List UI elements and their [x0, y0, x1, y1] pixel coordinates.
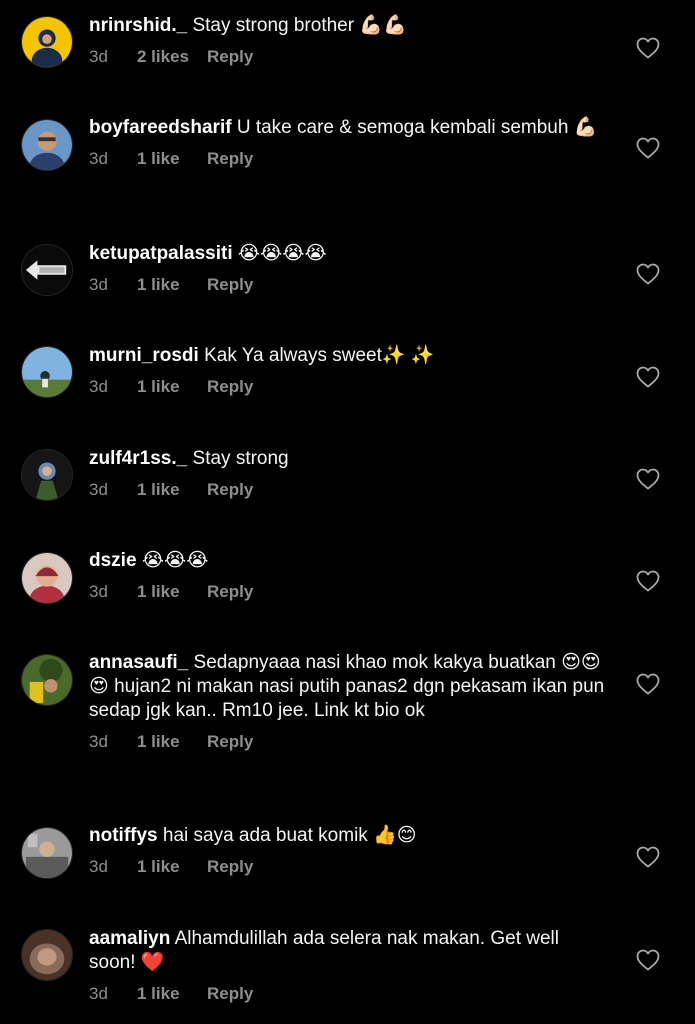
- comment-text: dszie 😭😭😭: [89, 549, 609, 573]
- comment-text: nrinrshid._ Stay strong brother 💪🏻💪🏻: [89, 14, 609, 38]
- reply-button[interactable]: Reply: [207, 377, 253, 397]
- comment-meta: 3d 1 like Reply: [89, 857, 609, 877]
- avatar-image: [22, 553, 72, 603]
- comment-time: 3d: [89, 377, 108, 396]
- comment-text: notiffys hai saya ada buat komik 👍😊: [89, 824, 609, 848]
- comment-body: aamaliyn Alhamdulillah ada selera nak ma…: [89, 927, 609, 1004]
- avatar-image: [22, 655, 72, 705]
- avatar[interactable]: [21, 244, 73, 296]
- reply-button[interactable]: Reply: [207, 857, 253, 877]
- comment-time: 3d: [89, 857, 108, 876]
- comment-username[interactable]: aamaliyn: [89, 928, 170, 949]
- comment-body: zulf4r1ss._ Stay strong 3d 1 like Reply: [89, 447, 609, 500]
- avatar[interactable]: [21, 552, 73, 604]
- comment-likes[interactable]: 2 likes: [137, 47, 207, 67]
- comment-message: 😭😭😭: [141, 550, 209, 571]
- avatar[interactable]: [21, 929, 73, 981]
- like-heart-icon[interactable]: [636, 468, 660, 490]
- comment-body: dszie 😭😭😭 3d 1 like Reply: [89, 549, 609, 602]
- like-heart-icon[interactable]: [636, 366, 660, 388]
- comment-likes[interactable]: 1 like: [137, 857, 207, 877]
- reply-button[interactable]: Reply: [207, 732, 253, 752]
- avatar[interactable]: [21, 827, 73, 879]
- like-heart-icon[interactable]: [636, 37, 660, 59]
- avatar[interactable]: [21, 119, 73, 171]
- comment-likes[interactable]: 1 like: [137, 149, 207, 169]
- avatar[interactable]: [21, 449, 73, 501]
- avatar-image: [22, 930, 72, 980]
- like-heart-icon[interactable]: [636, 263, 660, 285]
- comment-username[interactable]: zulf4r1ss._: [89, 448, 187, 469]
- comment-text: annasaufi_ Sedapnyaaa nasi khao mok kaky…: [89, 651, 609, 723]
- comment-message: 😭😭😭😭: [237, 243, 327, 264]
- avatar-image: [22, 245, 72, 295]
- comment-text: murni_rosdi Kak Ya always sweet✨ ✨: [89, 344, 609, 368]
- comment-likes[interactable]: 1 like: [137, 582, 207, 602]
- comment-time: 3d: [89, 149, 108, 168]
- comment-meta: 3d 1 like Reply: [89, 582, 609, 602]
- like-heart-icon[interactable]: [636, 673, 660, 695]
- comment-username[interactable]: ketupatpalassiti: [89, 243, 233, 264]
- comment-text: boyfareedsharif U take care & semoga kem…: [89, 116, 609, 140]
- comment-username[interactable]: murni_rosdi: [89, 345, 199, 366]
- reply-button[interactable]: Reply: [207, 984, 253, 1004]
- reply-button[interactable]: Reply: [207, 480, 253, 500]
- comment-body: nrinrshid._ Stay strong brother 💪🏻💪🏻 3d 2…: [89, 14, 609, 67]
- like-heart-icon[interactable]: [636, 570, 660, 592]
- comment-message: U take care & semoga kembali sembuh 💪🏻: [236, 117, 598, 138]
- comment-meta: 3d 2 likes Reply: [89, 47, 609, 67]
- comment-likes[interactable]: 1 like: [137, 732, 207, 752]
- avatar-image: [22, 17, 72, 67]
- comment-likes[interactable]: 1 like: [137, 984, 207, 1004]
- reply-button[interactable]: Reply: [207, 149, 253, 169]
- comment-body: annasaufi_ Sedapnyaaa nasi khao mok kaky…: [89, 651, 609, 752]
- comment-message: Stay strong brother 💪🏻💪🏻: [192, 15, 407, 36]
- comment-time: 3d: [89, 275, 108, 294]
- comment-body: murni_rosdi Kak Ya always sweet✨ ✨ 3d 1 l…: [89, 344, 609, 397]
- comment-time: 3d: [89, 732, 108, 751]
- comment-meta: 3d 1 like Reply: [89, 732, 609, 752]
- comment-meta: 3d 1 like Reply: [89, 480, 609, 500]
- comment-text: ketupatpalassiti 😭😭😭😭: [89, 242, 609, 266]
- comment-message: Kak Ya always sweet✨ ✨: [204, 345, 435, 366]
- comment-likes[interactable]: 1 like: [137, 480, 207, 500]
- comment-likes[interactable]: 1 like: [137, 377, 207, 397]
- comment-text: zulf4r1ss._ Stay strong: [89, 447, 609, 471]
- avatar-image: [22, 450, 72, 500]
- comment-username[interactable]: boyfareedsharif: [89, 117, 232, 138]
- comment-likes[interactable]: 1 like: [137, 275, 207, 295]
- avatar-image: [22, 347, 72, 397]
- comment-meta: 3d 1 like Reply: [89, 984, 609, 1004]
- comment-body: boyfareedsharif U take care & semoga kem…: [89, 116, 609, 169]
- comment-time: 3d: [89, 47, 108, 66]
- comment-time: 3d: [89, 582, 108, 601]
- comment-meta: 3d 1 like Reply: [89, 377, 609, 397]
- avatar-image: [22, 828, 72, 878]
- like-heart-icon[interactable]: [636, 137, 660, 159]
- avatar[interactable]: [21, 346, 73, 398]
- comment-message: hai saya ada buat komik 👍😊: [162, 825, 417, 846]
- reply-button[interactable]: Reply: [207, 582, 253, 602]
- like-heart-icon[interactable]: [636, 846, 660, 868]
- comment-username[interactable]: notiffys: [89, 825, 158, 846]
- comment-text: aamaliyn Alhamdulillah ada selera nak ma…: [89, 927, 609, 975]
- comment-time: 3d: [89, 480, 108, 499]
- comment-username[interactable]: annasaufi_: [89, 652, 188, 673]
- comment-username[interactable]: nrinrshid._: [89, 15, 187, 36]
- comment-username[interactable]: dszie: [89, 550, 137, 571]
- avatar-image: [22, 120, 72, 170]
- comment-body: ketupatpalassiti 😭😭😭😭 3d 1 like Reply: [89, 242, 609, 295]
- avatar[interactable]: [21, 654, 73, 706]
- comment-body: notiffys hai saya ada buat komik 👍😊 3d 1 …: [89, 824, 609, 877]
- reply-button[interactable]: Reply: [207, 275, 253, 295]
- avatar[interactable]: [21, 16, 73, 68]
- reply-button[interactable]: Reply: [207, 47, 253, 67]
- comment-message: Stay strong: [192, 448, 289, 469]
- comment-meta: 3d 1 like Reply: [89, 149, 609, 169]
- like-heart-icon[interactable]: [636, 949, 660, 971]
- comment-time: 3d: [89, 984, 108, 1003]
- comment-meta: 3d 1 like Reply: [89, 275, 609, 295]
